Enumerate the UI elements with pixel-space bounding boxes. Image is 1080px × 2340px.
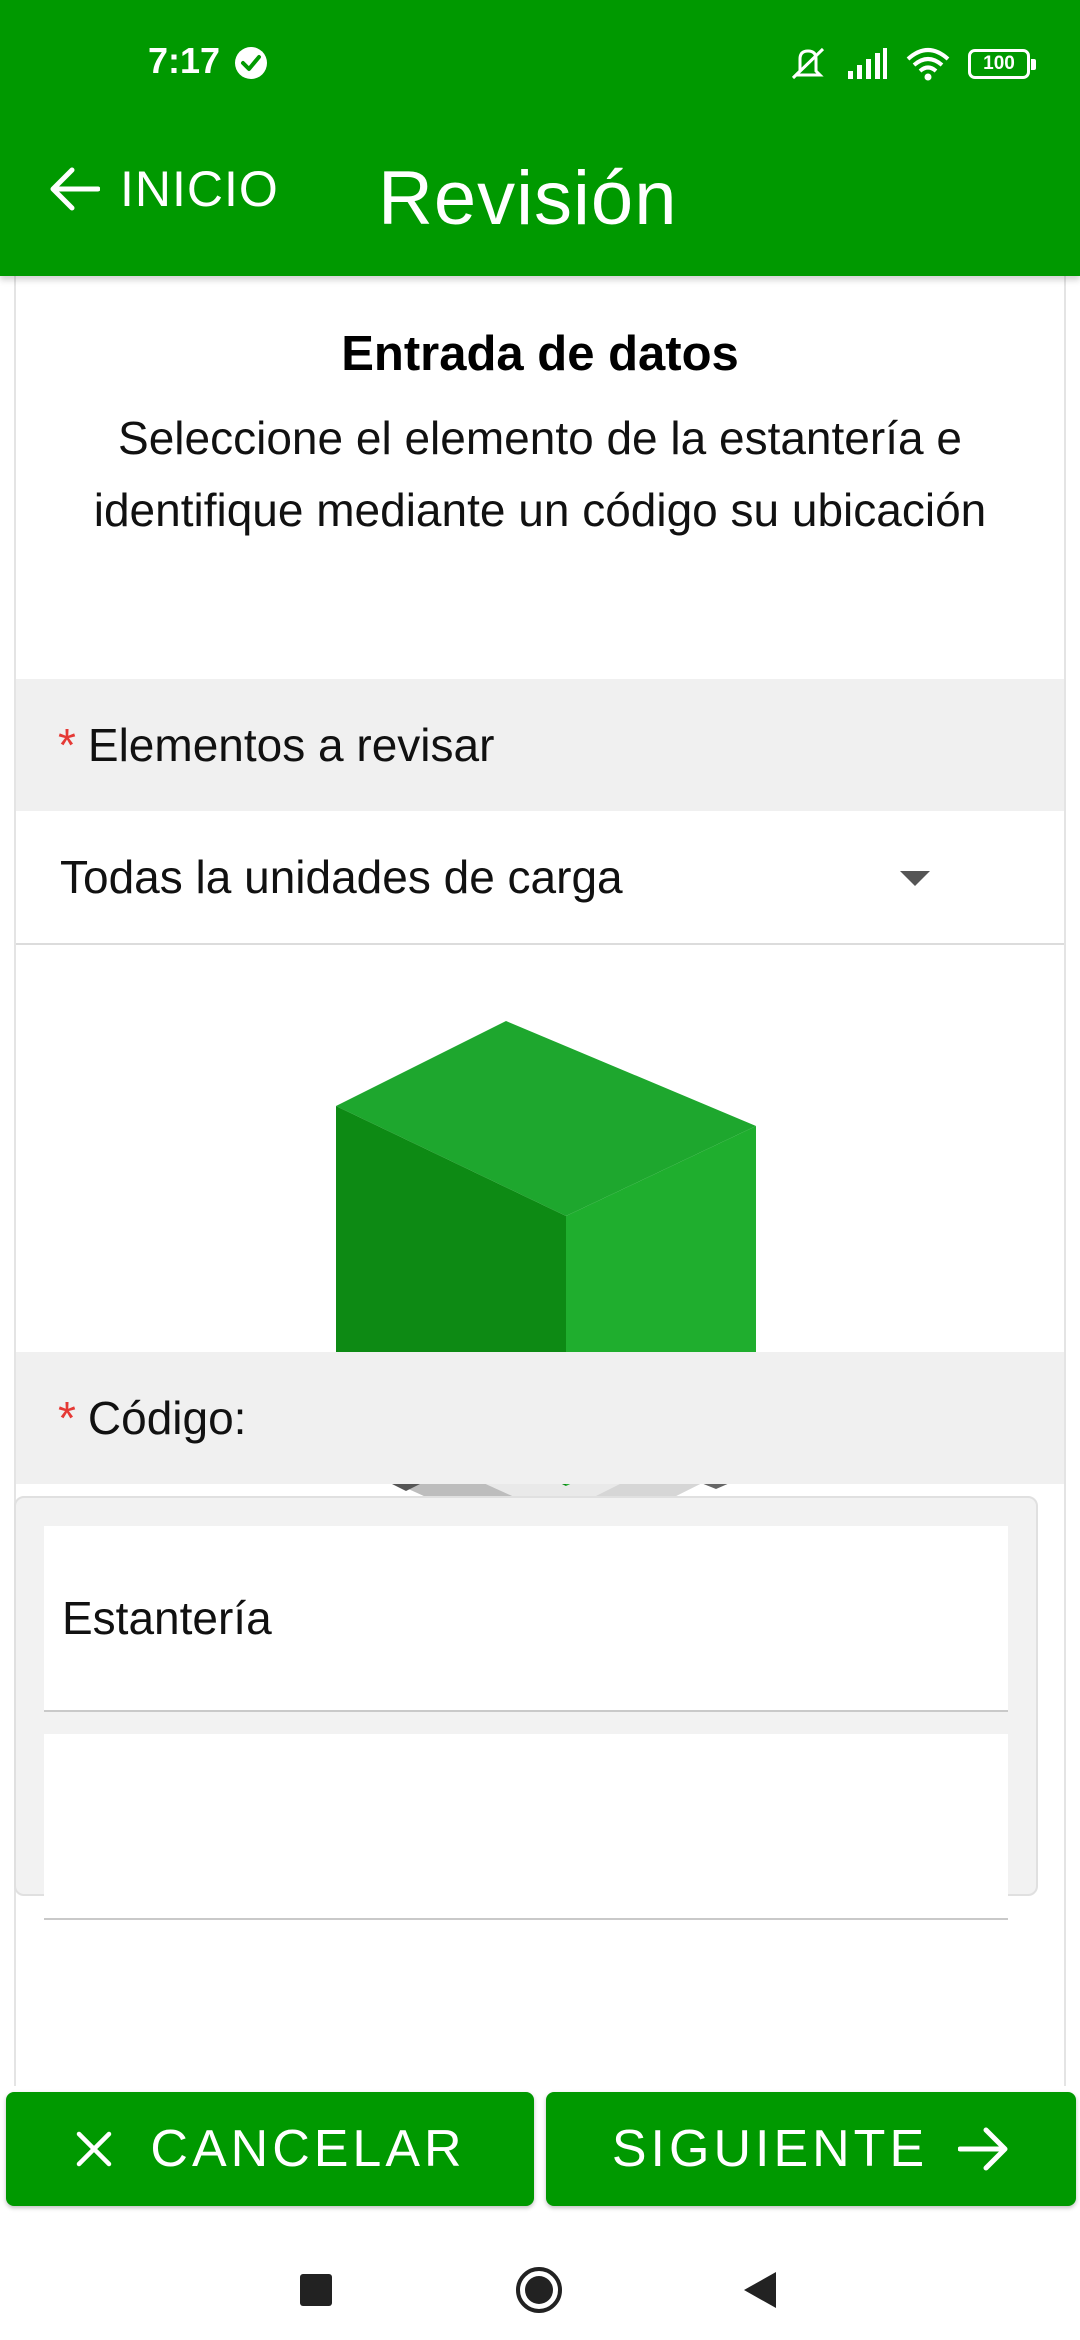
arrow-right-icon xyxy=(958,2127,1008,2171)
close-icon xyxy=(77,2131,112,2167)
elements-label-row: * Elementos a revisar xyxy=(16,679,1064,811)
back-triangle-icon[interactable] xyxy=(742,2270,778,2310)
status-icons: 100 xyxy=(788,44,1036,84)
cancel-label: CANCELAR xyxy=(150,2120,466,2178)
elements-selected-value: Todas la unidades de carga xyxy=(60,851,623,903)
form-heading: Entrada de datos xyxy=(341,327,739,381)
code-label-row: * Código: xyxy=(16,1352,1064,1484)
required-marker: * xyxy=(58,719,76,771)
elements-select[interactable]: Todas la unidades de carga xyxy=(16,811,1064,945)
battery-icon: 100 xyxy=(968,49,1036,79)
status-time: 7:17 xyxy=(148,40,221,81)
signal-icon xyxy=(848,48,887,79)
elements-label: Elementos a revisar xyxy=(87,719,495,771)
back-button[interactable]: INICIO xyxy=(50,160,279,218)
cancel-button[interactable]: CANCELAR xyxy=(6,2092,534,2206)
next-label: SIGUIENTE xyxy=(611,2120,929,2178)
wifi-icon xyxy=(906,48,950,81)
shelf-field-label: Estantería xyxy=(62,1592,272,1644)
action-bar: CANCELAR SIGUIENTE xyxy=(0,2086,1080,2216)
form-description: Seleccione el elemento de la estantería … xyxy=(93,412,987,536)
chevron-down-icon xyxy=(900,871,930,886)
required-marker: * xyxy=(58,1392,76,1444)
shelf-field[interactable]: Estantería xyxy=(44,1526,1008,1712)
app-bar: 7:17 100 INICIO Revisión xyxy=(0,0,1080,276)
battery-level: 100 xyxy=(983,53,1015,74)
code-field[interactable] xyxy=(44,1734,1008,1920)
vibrate-off-icon xyxy=(791,47,825,80)
home-circle-icon[interactable] xyxy=(515,2266,563,2314)
system-nav-bar xyxy=(0,2216,1080,2340)
next-button[interactable]: SIGUIENTE xyxy=(546,2092,1076,2206)
check-circle-icon xyxy=(235,47,267,79)
arrow-left-icon xyxy=(50,167,100,211)
code-input-card: Estantería xyxy=(14,1496,1038,1920)
code-label: Código: xyxy=(87,1392,247,1444)
back-label: INICIO xyxy=(120,161,279,217)
page-title: Revisión xyxy=(378,156,678,241)
recents-square-icon[interactable] xyxy=(300,2274,332,2306)
